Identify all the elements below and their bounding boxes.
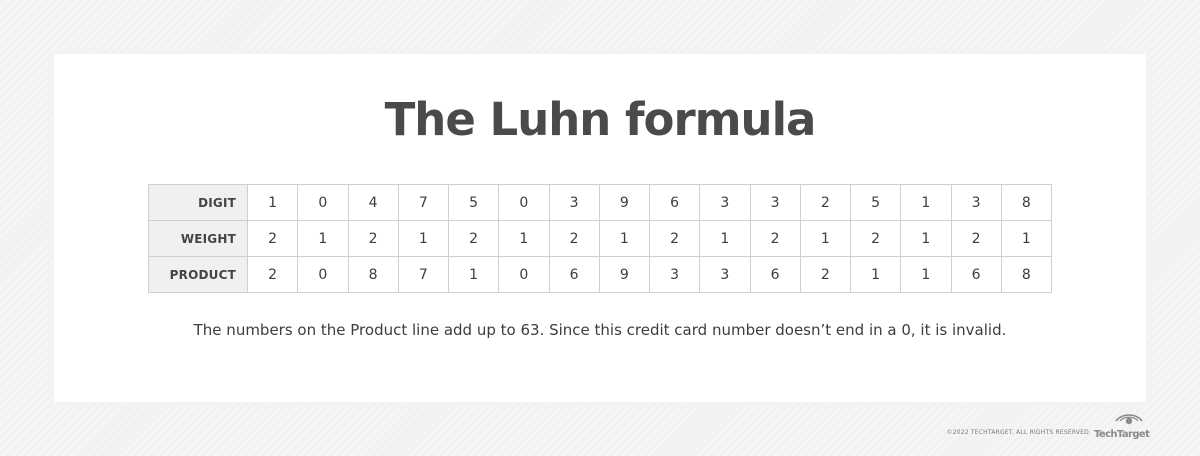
table-cell-digit-16: 8 [1000,184,1053,221]
luhn-table: DIGIT 1047503963325138 WEIGHT 2121212121… [148,184,1053,293]
table-cell-weight-7: 2 [548,220,600,257]
row-label-digit: DIGIT [148,184,248,221]
table-cell-digit-6: 0 [498,184,550,221]
table-cell-product-8: 9 [598,256,651,293]
table-cell-product-1: 2 [246,256,299,293]
table-cell-product-5: 1 [447,256,500,293]
logo-wordmark: TechTarget [1094,429,1150,440]
footer: ©2022 TECHTARGET. ALL RIGHTS RESERVED Te… [946,412,1150,440]
table-cell-digit-13: 5 [849,184,902,221]
table-cell-product-11: 6 [749,256,801,293]
table-cell-product-9: 3 [648,256,701,293]
table-cell-weight-15: 2 [950,220,1002,257]
table-row-digit: DIGIT 1047503963325138 [148,184,1053,221]
table-cell-product-15: 6 [950,256,1002,293]
table-cell-weight-5: 2 [447,220,500,257]
table-cell-digit-2: 0 [297,184,349,221]
table-cell-weight-3: 2 [347,220,399,257]
table-row-weight: WEIGHT 2121212121212121 [148,220,1053,257]
table-cell-digit-15: 3 [950,184,1002,221]
table-cell-product-4: 7 [397,256,450,293]
luhn-table-body: DIGIT 1047503963325138 WEIGHT 2121212121… [148,184,1053,293]
eye-icon [1115,414,1143,425]
table-cell-product-13: 1 [849,256,902,293]
table-cell-digit-14: 1 [900,184,952,221]
table-cell-product-7: 6 [548,256,600,293]
row-label-product: PRODUCT [148,256,248,293]
table-cell-digit-7: 3 [548,184,600,221]
table-cell-digit-5: 5 [447,184,500,221]
table-row-product: PRODUCT 2087106933621168 [148,256,1053,293]
row-label-weight: WEIGHT [148,220,248,257]
table-cell-digit-1: 1 [246,184,299,221]
caption-text: The numbers on the Product line add up t… [193,321,1007,339]
table-cell-product-10: 3 [699,256,751,293]
table-cell-weight-8: 1 [598,220,651,257]
table-cell-product-16: 8 [1000,256,1053,293]
table-cell-product-3: 8 [347,256,399,293]
table-cell-weight-14: 1 [900,220,952,257]
page-title: The Luhn formula [384,93,817,146]
table-cell-weight-13: 2 [849,220,902,257]
techtarget-logo: TechTarget [1094,412,1150,440]
table-cell-weight-12: 1 [799,220,852,257]
table-cell-weight-4: 1 [397,220,450,257]
table-cell-weight-2: 1 [297,220,349,257]
table-cell-weight-1: 2 [246,220,299,257]
table-cell-weight-6: 1 [498,220,550,257]
table-cell-digit-9: 6 [648,184,701,221]
table-cell-weight-9: 2 [648,220,701,257]
table-cell-digit-3: 4 [347,184,399,221]
table-cell-product-2: 0 [297,256,349,293]
table-cell-product-14: 1 [900,256,952,293]
table-cell-digit-11: 3 [749,184,801,221]
table-cell-weight-16: 1 [1000,220,1053,257]
table-cell-digit-8: 9 [598,184,651,221]
table-cell-product-6: 0 [498,256,550,293]
table-cell-digit-12: 2 [799,184,852,221]
table-cell-digit-10: 3 [699,184,751,221]
table-cell-weight-10: 1 [699,220,751,257]
table-cell-product-12: 2 [799,256,852,293]
copyright-text: ©2022 TECHTARGET. ALL RIGHTS RESERVED [946,429,1089,436]
table-cell-digit-4: 7 [397,184,450,221]
table-cell-weight-11: 2 [749,220,801,257]
